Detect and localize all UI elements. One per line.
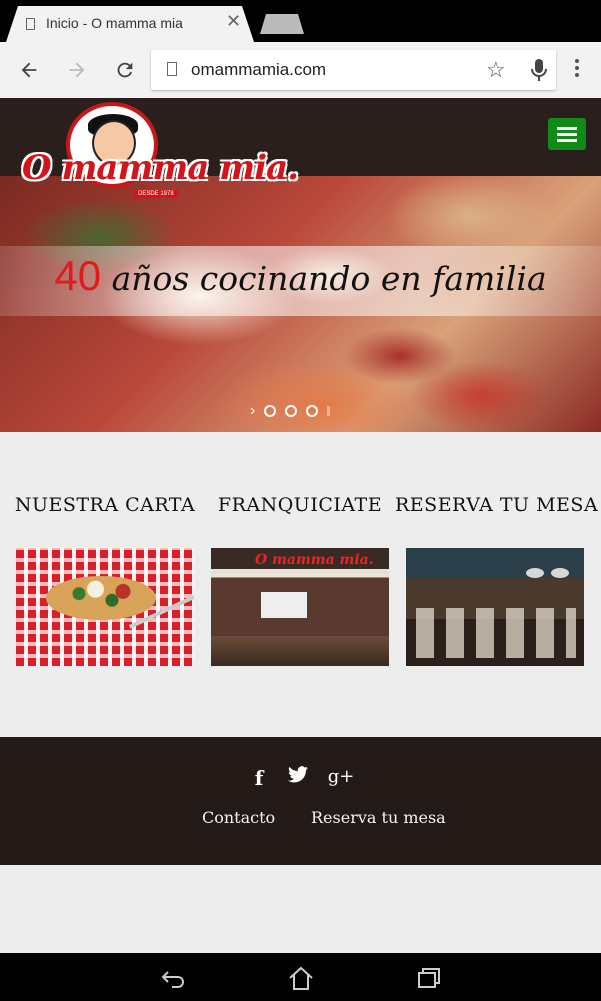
card-title[interactable]: NUESTRA CARTA [5,494,205,516]
home-icon[interactable] [286,963,316,993]
pause-icon[interactable] [327,406,331,416]
menu-toggle-button[interactable] [548,118,586,150]
twitter-icon[interactable] [287,766,309,783]
card-title[interactable]: RESERVA TU MESA [395,494,598,516]
tab-title: Inicio - O mamma mia [46,15,183,31]
store-sign: O mamma mia. [255,552,374,568]
address-bar[interactable]: omammamia.com ☆ [151,50,556,90]
slider-dot[interactable] [306,405,319,417]
chevron-right-icon[interactable]: › [250,402,255,420]
hero-caption: 40 años cocinando en familia [0,252,601,300]
logo[interactable]: O mamma mia. DESDE 1978 [22,100,299,202]
recent-apps-icon[interactable] [414,963,444,993]
pizza-image[interactable] [16,548,194,666]
hero-slider[interactable]: 40 años cocinando en familia › [0,176,601,432]
back-button[interactable] [15,56,43,84]
menu-icon[interactable] [570,56,584,84]
store-image[interactable]: O mamma mia. [211,548,389,666]
contact-link[interactable]: Contacto [202,808,275,827]
slider-dot[interactable] [264,405,277,417]
facebook-icon[interactable]: f [250,766,268,790]
browser-tabstrip: Inicio - O mamma mia ✕ [0,0,601,42]
android-nav-bar [0,953,601,1001]
arrow-left-icon [21,62,37,78]
page-icon [26,18,35,30]
google-plus-icon[interactable]: g+ [328,766,355,787]
logo-text: O mamma mia. [22,148,299,188]
hero-number: 40 [54,252,102,299]
star-icon[interactable]: ☆ [486,57,506,83]
browser-tab-active[interactable]: Inicio - O mamma mia ✕ [6,6,254,42]
hero-caption-text: años cocinando en familia [111,259,547,298]
logo-subtitle: DESDE 1978 [134,190,178,198]
card-title[interactable]: FRANQUICIATE [200,494,400,516]
slider-controls: › [250,402,331,420]
reservation-link[interactable]: Reserva tu mesa [311,808,446,827]
forward-button[interactable] [63,56,91,84]
browser-toolbar: omammamia.com ☆ [0,42,601,99]
url-text[interactable]: omammamia.com [191,60,326,80]
arrow-right-icon [69,62,85,78]
site-footer [0,737,601,865]
slider-dot[interactable] [285,405,298,417]
feature-cards: NUESTRA CARTA FRANQUICIATE O mamma mia. … [0,432,601,737]
close-icon[interactable]: ✕ [226,11,241,32]
back-icon[interactable] [158,963,188,993]
reload-button[interactable] [111,56,139,84]
reload-icon [117,62,133,78]
microphone-icon[interactable] [531,58,547,82]
page-icon [167,62,177,76]
restaurant-image[interactable] [406,548,584,666]
new-tab-button[interactable] [260,14,304,34]
